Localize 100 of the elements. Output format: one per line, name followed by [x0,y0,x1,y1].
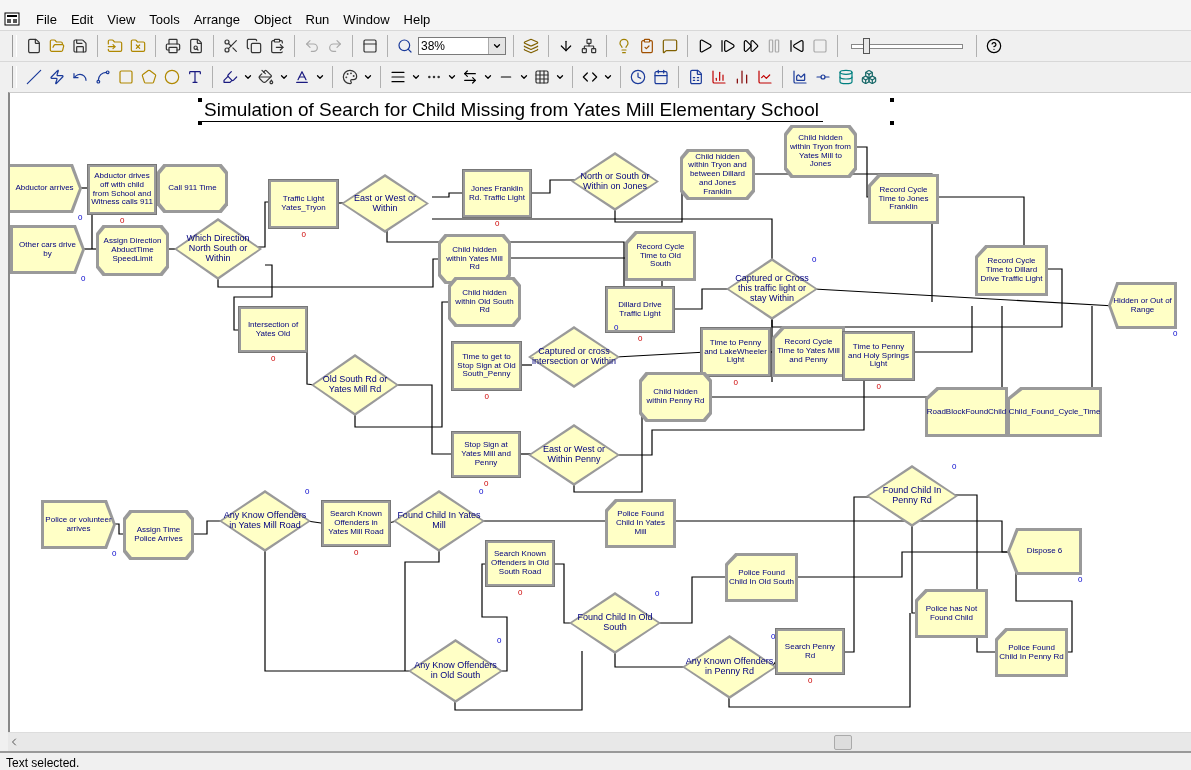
menu-item[interactable]: Object [247,10,298,28]
print-icon[interactable] [165,38,181,54]
record-node[interactable]: Record Cycle Time to Old South [625,231,696,281]
record-node[interactable]: RoadBlockFoundChild [925,387,1008,437]
caret-icon[interactable] [363,72,373,82]
assign-node[interactable]: Child hidden within Tryon and between Dillard and Jones Franklin [680,149,755,200]
record-node[interactable]: Record Cycle Time to Jones Franklin [868,174,939,224]
selection-handle[interactable] [890,98,894,102]
caret-icon[interactable] [279,72,289,82]
menu-item[interactable]: Window [337,10,396,28]
scrollbar-thumb[interactable] [834,735,852,750]
run-icon[interactable] [697,38,713,54]
zoom-icon[interactable] [397,38,413,54]
histogram-icon[interactable] [734,69,750,85]
caret-icon[interactable] [315,72,325,82]
text-icon[interactable] [187,69,203,85]
save-icon[interactable] [72,38,88,54]
storage-icon[interactable] [838,69,854,85]
process-node[interactable]: Stop Sign at Yates Mill and Penny [451,431,521,478]
assign-node[interactable]: Assign Direction AbductTime SpeedLimit [96,225,169,276]
zoom-combo[interactable]: 38% [418,37,506,55]
caret-icon[interactable] [603,72,613,82]
process-node[interactable]: Time to Penny and Holy Springs Light [842,331,915,381]
assign-node[interactable]: Child hidden within Tryon from Yates Mill to Jones [784,125,857,178]
menu-item[interactable]: Help [397,10,437,28]
menu-item[interactable]: Arrange [187,10,246,28]
speed-slider-thumb[interactable] [863,37,870,54]
assign-node[interactable]: Child hidden within Penny Rd [639,372,712,422]
cut-icon[interactable] [223,38,239,54]
line-color-icon[interactable] [222,69,238,85]
selection-handle[interactable] [198,121,202,125]
curve-icon[interactable] [95,69,111,85]
assign-node[interactable]: Call 911 Time [157,164,228,213]
selection-handle[interactable] [890,121,894,125]
chart-icon[interactable] [792,69,808,85]
paste-icon[interactable] [269,38,285,54]
menu-item[interactable]: Tools [143,10,186,28]
layers-icon[interactable] [523,38,539,54]
create-node[interactable]: Abductor arrives [10,164,82,213]
line-icon[interactable] [26,69,42,85]
menu-item[interactable]: Edit [64,10,100,28]
arrow-down-icon[interactable] [558,38,574,54]
check-icon[interactable] [639,38,655,54]
record-node[interactable]: Police has Not Found Child [915,589,988,638]
ellipse-icon[interactable] [164,69,180,85]
diagram-title[interactable]: Simulation of Search for Child Missing from Yates Mill Elementary School [200,99,823,122]
fast-forward-icon[interactable] [743,38,759,54]
caret-icon[interactable] [492,41,502,51]
record-node[interactable]: Police Found Child In Yates Mill [605,499,676,548]
record-node[interactable]: Police Found Child In Penny Rd [995,628,1068,677]
folder-close-icon[interactable] [130,38,146,54]
window-icon[interactable] [362,38,378,54]
record-node[interactable]: Record Cycle Time to Dillard Drive Traffic Light [975,245,1048,296]
open-folder-icon[interactable] [49,38,65,54]
create-node[interactable]: Other cars drive by [10,225,85,274]
text-color-icon[interactable] [294,69,310,85]
process-node[interactable]: Intersection of Yates Old [238,306,308,353]
note-icon[interactable] [662,38,678,54]
spreadsheet-icon[interactable] [688,69,704,85]
app-icon[interactable] [4,12,20,26]
folder-icon[interactable] [107,38,123,54]
help-icon[interactable] [986,38,1002,54]
create-node[interactable]: Police or volunteer arrives [41,500,116,549]
dispose-node[interactable]: Dispose 6 [1007,528,1082,575]
copy-icon[interactable] [246,38,262,54]
lightbulb-icon[interactable] [616,38,632,54]
line-width-icon[interactable] [390,69,406,85]
record-node[interactable]: Child_Found_Cycle_Time [1007,387,1102,437]
arrow-style-icon[interactable] [462,69,478,85]
new-file-icon[interactable] [26,38,42,54]
record-node[interactable]: Police Found Child In Old South [725,553,798,602]
caret-icon[interactable] [243,72,253,82]
dispose-node[interactable]: Hidden or Out of Range [1108,282,1177,329]
code-icon[interactable] [582,69,598,85]
decision-node[interactable]: Old South Rd or Yates Mill Rd [311,354,399,416]
decision-node[interactable]: North or South or Within on Jones [571,152,659,211]
start-over-icon[interactable] [789,38,805,54]
menu-item[interactable]: View [101,10,142,28]
assign-node[interactable]: Assign Time Police Arrives [123,510,194,560]
decision-node[interactable]: Which Direction North South or Within [174,218,262,280]
fill-color-icon[interactable] [258,69,274,85]
caret-icon[interactable] [555,72,565,82]
caret-icon[interactable] [483,72,493,82]
selection-handle[interactable] [198,98,202,102]
process-node[interactable]: Abductor drives off with child from School and Witness calls 911 [87,164,157,215]
process-node[interactable]: Traffic Light Yates_Tryon [268,179,339,229]
process-node[interactable]: Search Known Offenders in Yates Mill Road [321,500,391,547]
record-node[interactable]: Record Cycle Time to Yates Mill and Penny [772,326,845,377]
menu-item[interactable]: Run [299,10,336,28]
step-icon[interactable] [720,38,736,54]
assign-node[interactable]: Child hidden within Yates Mill Rd [438,234,511,284]
caret-icon[interactable] [519,72,529,82]
clock-icon[interactable] [630,69,646,85]
caret-icon[interactable] [411,72,421,82]
caret-icon[interactable] [447,72,457,82]
process-node[interactable]: Time to get to Stop Sign at Old South_Penny [451,341,522,391]
assign-node[interactable]: Child hidden within Old South Rd [448,277,521,327]
palette-icon[interactable] [342,69,358,85]
decision-node[interactable]: East or West or Within [341,174,429,233]
connect-icon[interactable] [581,38,597,54]
